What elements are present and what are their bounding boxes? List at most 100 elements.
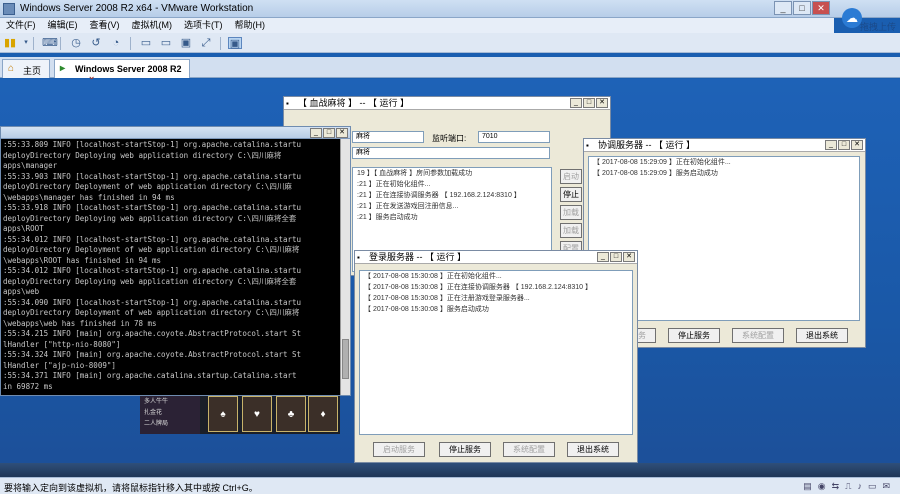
status-text: 要将输入定向到该虚拟机，请将鼠标指针移入其中或按 Ctrl+G。 (4, 483, 258, 493)
system-config-button[interactable]: 系统配置 (732, 328, 784, 343)
revert-snapshot-icon[interactable]: ↺ (90, 37, 102, 49)
port-label: 监听端口: (432, 134, 467, 143)
send-ctrl-alt-del-icon[interactable]: ⌨ (42, 37, 58, 49)
console-line: deployDirectory Deployment of web applic… (3, 182, 292, 191)
window-title: Windows Server 2008 R2 x64 - VMware Work… (20, 3, 254, 14)
console-scrollbar[interactable] (340, 139, 350, 395)
close-icon[interactable]: ✕ (336, 128, 348, 138)
system-config-button[interactable]: 系统配置 (503, 442, 555, 457)
toolbar: ▮▮ ▾ ⌨ ◷ ↺ ◔ ▭ ▭ ▣ ⤢ ▣ (0, 33, 900, 53)
minimize-icon[interactable]: _ (825, 140, 837, 150)
upload-label[interactable]: 拖拽上传 (860, 20, 896, 33)
network-icon[interactable]: ⇆ (832, 481, 840, 492)
console-line: :55:34.371 INFO [main] org.apache.catali… (3, 371, 297, 380)
console-title-bar[interactable]: _ □ ✕ (1, 127, 350, 139)
game-menu: 多人牛牛 扎金花 二人牌局 (140, 394, 200, 434)
console-line: :55:33.903 INFO [localhost-startStop-1] … (3, 171, 302, 181)
fit-guest-icon[interactable]: ⤢ (200, 37, 212, 49)
xuezhan-title-bar[interactable]: ▪ 【 血战麻将 】 -- 【 运行 】 _ □ ✕ (284, 97, 610, 110)
close-icon[interactable]: ✕ (851, 140, 863, 150)
menu-bar: 文件(F) 编辑(E) 查看(V) 虚拟机(M) 选项卡(T) 帮助(H) (0, 18, 834, 33)
login-title: 登录服务器 -- 【 运行 】 (369, 252, 466, 262)
toolbar-separator (33, 37, 34, 50)
minimize-icon[interactable]: _ (570, 98, 582, 108)
upload-widget[interactable]: ☁ 拖拽上传 (834, 0, 900, 34)
exit-system-button[interactable]: 退出系统 (567, 442, 619, 457)
load-button[interactable]: 加载 (560, 223, 582, 238)
login-title-bar[interactable]: ▪ 登录服务器 -- 【 运行 】 _ □ ✕ (355, 251, 637, 264)
maximize-icon[interactable]: □ (583, 98, 595, 108)
snapshot-manager-icon[interactable]: ◔ (110, 37, 122, 49)
game-name-field[interactable]: 麻将 (352, 131, 424, 143)
menu-tabs[interactable]: 选项卡(T) (184, 18, 223, 33)
console-line: apps\web (3, 287, 40, 296)
start-button[interactable]: 启动 (560, 169, 582, 184)
console-line: \webapps\manager has finished in 94 ms (3, 192, 175, 202)
coordinator-title-bar[interactable]: ▪ 协调服务器 -- 【 运行 】 _ □ ✕ (584, 139, 865, 152)
close-icon[interactable]: ✕ (623, 252, 635, 262)
minimize-icon[interactable]: _ (774, 1, 792, 15)
stop-service-button[interactable]: 停止服务 (439, 442, 491, 457)
close-icon[interactable]: ✕ (596, 98, 608, 108)
snapshot-icon[interactable]: ◷ (70, 37, 82, 49)
unity-icon[interactable]: ▭ (160, 37, 172, 49)
maximize-icon[interactable]: □ (838, 140, 850, 150)
stop-service-button[interactable]: 停止服务 (668, 328, 720, 343)
menu-edit[interactable]: 编辑(E) (48, 18, 78, 33)
console-line: deployDirectory Deployment of web applic… (3, 308, 300, 317)
power-icon[interactable]: ▮▮ (4, 37, 16, 49)
menu-view[interactable]: 查看(V) (90, 18, 120, 33)
minimize-icon[interactable]: _ (310, 128, 322, 138)
game-card-icon: ♥ (242, 396, 272, 432)
login-server-window[interactable]: ▪ 登录服务器 -- 【 运行 】 _ □ ✕ 【 2017-08-08 15:… (354, 250, 638, 463)
log-line: 【 2017-08-08 15:30:08 】正在初始化组件... (364, 273, 502, 280)
coordinator-title: 协调服务器 -- 【 运行 】 (598, 140, 695, 150)
show-library-icon[interactable]: ▭ (140, 37, 152, 49)
usb-icon[interactable]: ⎍ (845, 481, 851, 492)
tab-vm[interactable]: ▸ Windows Server 2008 R2 ... × (54, 59, 190, 84)
console-line: :55:34.090 INFO [localhost-startStop-1] … (3, 297, 302, 307)
dropdown-arrow-icon[interactable]: ▾ (20, 37, 32, 49)
game-room-field[interactable]: 麻将 (352, 147, 550, 159)
console-line: in 69872 ms (3, 381, 53, 391)
load-button[interactable]: 加载 (560, 205, 582, 220)
guest-desktop[interactable]: 多人牛牛 扎金花 二人牌局 ♠ ♥ ♣ ♦ ▪ 【 血战麻将 】 -- 【 运行… (0, 79, 900, 477)
port-field[interactable]: 7010 (478, 131, 550, 143)
tomcat-console-window[interactable]: _ □ ✕ :55:33.809 INFO [localhost-startSt… (0, 126, 351, 396)
toolbar-separator (60, 37, 61, 50)
coordinator-window-controls: _ □ ✕ (824, 140, 863, 150)
console-line: deployDirectory Deploying web applicatio… (3, 276, 297, 286)
guest-taskbar[interactable] (0, 463, 900, 477)
menu-help[interactable]: 帮助(H) (235, 18, 266, 33)
log-line: 【 2017-08-08 15:30:08 】服务启动成功 (364, 306, 489, 313)
stop-button[interactable]: 停止 (560, 187, 582, 202)
console-view-icon[interactable]: ▣ (228, 37, 242, 50)
exit-system-button[interactable]: 退出系统 (796, 328, 848, 343)
close-icon[interactable]: ✕ (812, 1, 830, 15)
console-line: \webapps\ROOT has finished in 94 ms (3, 255, 162, 265)
console-line: apps\ROOT (3, 224, 44, 233)
log-line: :21 】正在连接协调服务器 【 192.168.2.124:8310 】 (357, 192, 521, 199)
log-line: 【 2017-08-08 15:29:09 】服务启动成功 (593, 170, 718, 177)
full-screen-icon[interactable]: ▣ (180, 37, 192, 49)
maximize-icon[interactable]: □ (793, 1, 811, 15)
message-icon[interactable]: ✉ (882, 481, 890, 492)
game-card-icon: ♠ (208, 396, 238, 432)
menu-file[interactable]: 文件(F) (6, 18, 36, 33)
vmware-app-icon (3, 3, 15, 15)
sound-icon[interactable]: ♪ (857, 481, 862, 492)
tab-home[interactable]: ⌂ 主页 (2, 59, 50, 78)
log-line: :21 】正在初始化组件... (357, 181, 431, 188)
start-service-button[interactable]: 启动服务 (373, 442, 425, 457)
maximize-icon[interactable]: □ (323, 128, 335, 138)
cd-icon[interactable]: ◉ (818, 481, 826, 492)
display-icon[interactable]: ▭ (868, 481, 877, 492)
console-line: :55:34.215 INFO [main] org.apache.coyote… (3, 329, 302, 338)
scrollbar-thumb[interactable] (342, 339, 349, 379)
host-window-controls: _ □ ✕ (773, 1, 830, 15)
menu-vm[interactable]: 虚拟机(M) (132, 18, 173, 33)
tab-home-label: 主页 (23, 66, 42, 76)
hdd-icon[interactable]: ▤ (803, 481, 812, 492)
minimize-icon[interactable]: _ (597, 252, 609, 262)
maximize-icon[interactable]: □ (610, 252, 622, 262)
